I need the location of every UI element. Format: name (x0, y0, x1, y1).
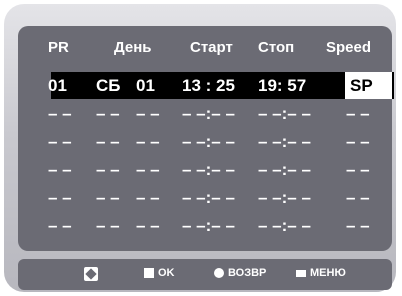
row-day: СБ (96, 76, 121, 95)
row-stop: 19: 57 (258, 76, 307, 95)
row-stop: – –:– – (258, 160, 311, 179)
row-start: – –:– – (182, 132, 235, 151)
timer-row-3[interactable]: – – – – – – – –:– – – –:– – – – (40, 128, 380, 156)
timer-row-4[interactable]: – – – – – – – –:– – – –:– – – – (40, 156, 380, 184)
enter-icon (144, 268, 154, 278)
row-speed: – – (346, 188, 370, 207)
timer-row-5[interactable]: – – – – – – – –:– – – –:– – – – (40, 184, 380, 212)
row-pr: – – (48, 216, 72, 235)
row-speed: – – (346, 132, 370, 151)
row-stop: – –:– – (258, 104, 311, 123)
row-start: – –:– – (182, 188, 235, 207)
row-start: 13 : 25 (182, 76, 235, 95)
row-date: – – (136, 160, 160, 179)
navigation-icon (84, 267, 98, 281)
row-date: – – (136, 104, 160, 123)
row-speed: SP (350, 76, 373, 95)
ok-label: OK (158, 267, 175, 279)
row-date: – – (136, 216, 160, 235)
row-pr: – – (48, 104, 72, 123)
row-date: 01 (136, 76, 155, 95)
menu-label: МЕНЮ (310, 267, 346, 279)
timer-row-2[interactable]: – – – – – – – –:– – – –:– – – – (40, 100, 380, 128)
row-start: – –:– – (182, 104, 235, 123)
row-day: – – (96, 216, 120, 235)
timer-row-6[interactable]: – – – – – – – –:– – – –:– – – – (40, 212, 380, 240)
header-pr: PR (48, 39, 69, 56)
row-start: – –:– – (182, 216, 235, 235)
footer-bar: OK ВОЗВР МЕНЮ (18, 259, 392, 290)
row-date: – – (136, 188, 160, 207)
row-speed: – – (346, 104, 370, 123)
menu-icon (296, 269, 306, 277)
row-day: – – (96, 104, 120, 123)
navigation-control[interactable] (84, 267, 98, 281)
speed-selector[interactable]: SP (345, 72, 392, 99)
header-speed: Speed (326, 39, 372, 56)
row-day: – – (96, 132, 120, 151)
row-stop: – –:– – (258, 188, 311, 207)
row-start: – –:– – (182, 160, 235, 179)
row-pr: 01 (48, 76, 67, 95)
ok-button[interactable]: OK (144, 267, 175, 279)
row-day: – – (96, 160, 120, 179)
header-start: Старт (190, 39, 233, 56)
row-pr: – – (48, 160, 72, 179)
menu-button[interactable]: МЕНЮ (296, 267, 346, 279)
row-pr: – – (48, 188, 72, 207)
return-icon (214, 268, 224, 278)
header-day: День (114, 39, 152, 56)
back-label: ВОЗВР (228, 267, 267, 279)
row-speed: – – (346, 216, 370, 235)
row-stop: – –:– – (258, 216, 311, 235)
back-button[interactable]: ВОЗВР (214, 267, 266, 279)
timer-programming-panel: PR День Старт Стоп Speed 01 СБ 01 13 : 2… (18, 26, 394, 251)
header-stop: Стоп (258, 39, 295, 56)
row-date: – – (136, 132, 160, 151)
row-pr: – – (48, 132, 72, 151)
row-stop: – –:– – (258, 132, 311, 151)
screen-frame: PR День Старт Стоп Speed 01 СБ 01 13 : 2… (4, 4, 396, 292)
row-speed: – – (346, 160, 370, 179)
row-day: – – (96, 188, 120, 207)
timer-row-1[interactable]: 01 СБ 01 13 : 25 19: 57 SP (40, 72, 394, 100)
